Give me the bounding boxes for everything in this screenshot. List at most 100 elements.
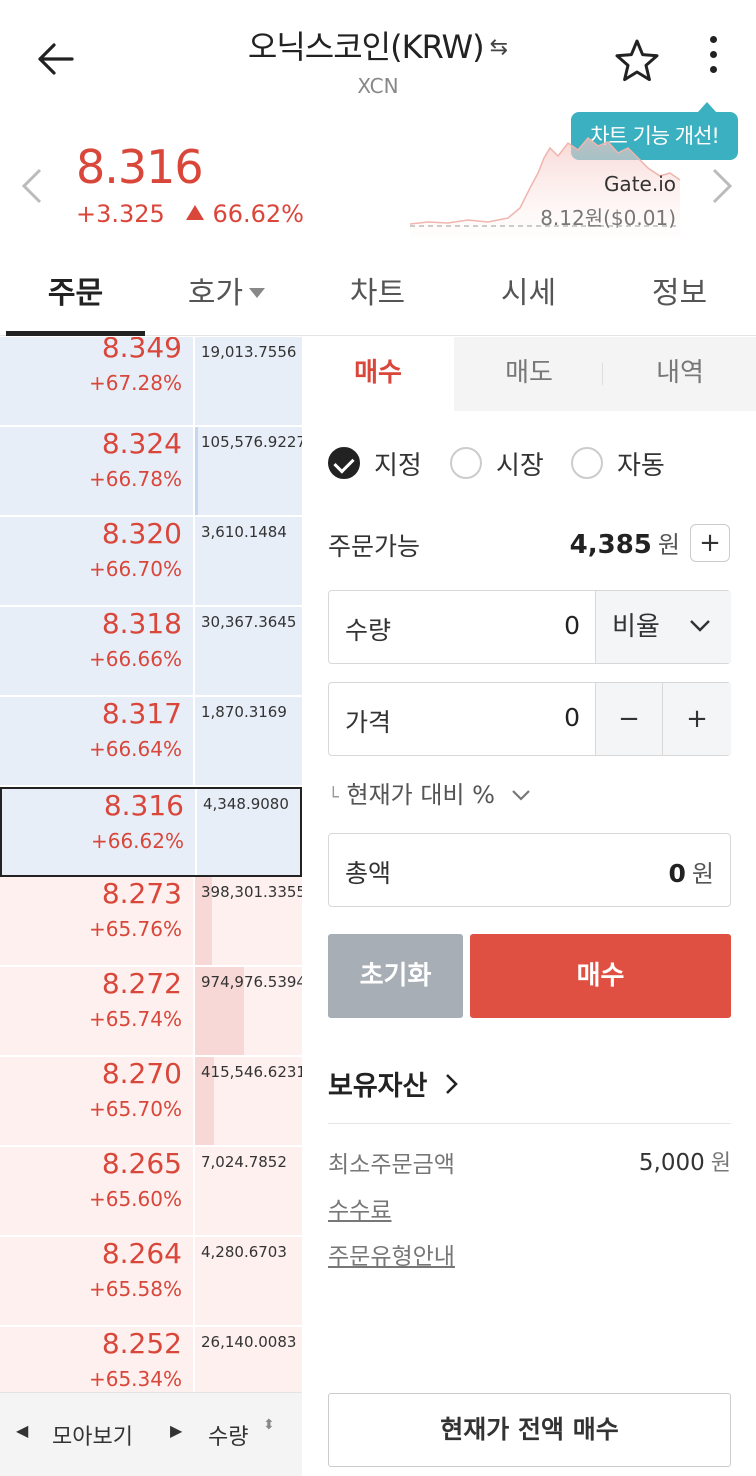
orderbook-row[interactable]: 8.320 +66.70% 3,610.1484 <box>0 517 302 607</box>
orderbook-qty: 3,610.1484 <box>201 523 287 541</box>
side-tab-buy[interactable]: 매수 <box>302 337 454 411</box>
orderbook: 8.349 +67.28% 19,013.7556 8.324 +66.78% 105,5… <box>0 337 302 1392</box>
group-next-icon[interactable]: ▶ <box>170 1421 182 1440</box>
orderbook-qty: 7,024.7852 <box>201 1153 287 1171</box>
price-change-row: +3.325 66.62% <box>76 200 304 228</box>
currency-unit: 원 <box>710 1151 731 1176</box>
change-percent-wrap: 66.62% <box>186 200 304 228</box>
orderbook-rate: +65.34% <box>88 1367 182 1391</box>
fee-link[interactable]: 수수료 <box>328 1191 391 1225</box>
tab-info[interactable]: 정보 <box>604 258 755 335</box>
orderbook-row[interactable]: 8.316 +66.62% 4,348.9080 <box>0 787 302 877</box>
price-plus-button[interactable]: + <box>662 683 731 755</box>
orderbook-row[interactable]: 8.252 +65.34% 26,140.0083 <box>0 1327 302 1392</box>
group-view-label[interactable]: 모아보기 <box>52 1419 133 1451</box>
side-tab-history[interactable]: 내역 <box>604 337 756 411</box>
full-amount-buy-button[interactable]: 현재가 전액 매수 <box>328 1393 731 1467</box>
tab-order[interactable]: 주문 <box>0 258 151 336</box>
buy-button[interactable]: 매수 <box>470 934 731 1018</box>
orderbook-price: 8.324 <box>101 427 182 460</box>
orderbook-price: 8.318 <box>101 607 182 640</box>
orderbook-row[interactable]: 8.318 +66.66% 30,367.3645 <box>0 607 302 697</box>
exchange-name: Gate.io <box>603 172 676 196</box>
orderbook-price: 8.265 <box>101 1147 182 1180</box>
tab-orderbook-label: 호가 <box>187 276 244 311</box>
side-tab-sell[interactable]: 매도 <box>454 337 604 411</box>
orderbook-rate: +66.66% <box>88 647 182 671</box>
orderbook-qty: 415,546.6231 <box>201 1063 302 1081</box>
holdings-link[interactable]: 보유자산 <box>328 1064 459 1103</box>
orderbook-rate: +65.60% <box>88 1187 182 1211</box>
orderbook-row[interactable]: 8.317 +66.64% 1,870.3169 <box>0 697 302 787</box>
change-percent: 66.62% <box>212 200 304 228</box>
orderbook-qty: 105,576.9227 <box>201 433 302 451</box>
orderbook-qty: 4,348.9080 <box>203 795 289 813</box>
total-value-wrap: 0원 <box>669 854 715 889</box>
orderbook-price: 8.349 <box>101 337 182 364</box>
side-tabs: 매수 매도 내역 <box>302 337 756 411</box>
quantity-value: 0 <box>564 611 580 640</box>
main-tabs: 주문 호가 차트 시세 정보 <box>0 258 756 336</box>
radio-icon <box>450 447 482 479</box>
price-minus-button[interactable]: − <box>595 683 662 755</box>
tab-market-price-label: 시세 <box>500 276 557 311</box>
order-form: 매수 매도 내역 지정 시장 자동 주문가능 4,385 원 + 수량 0 비율 … <box>302 337 756 1476</box>
available-label: 주문가능 <box>328 532 421 561</box>
prev-coin-chevron-icon[interactable] <box>20 166 44 216</box>
order-type-guide-link[interactable]: 주문유형안내 <box>328 1237 455 1271</box>
orderbook-row[interactable]: 8.273 +65.76% 398,301.3355 <box>0 877 302 967</box>
hint-corner-icon: └ <box>328 787 339 808</box>
orderbook-rate: +65.58% <box>88 1277 182 1301</box>
orderbook-divider <box>193 607 195 695</box>
orderbook-qty: 974,976.5394 <box>201 973 302 991</box>
orderbook-price: 8.272 <box>101 967 182 1000</box>
tab-chart[interactable]: 차트 <box>302 258 453 335</box>
change-amount: +3.325 <box>76 200 165 228</box>
order-type-market-label: 시장 <box>496 451 544 481</box>
min-order-value-wrap: 5,000 원 <box>582 1145 731 1177</box>
tab-orderbook[interactable]: 호가 <box>151 258 302 335</box>
orderbook-row[interactable]: 8.264 +65.58% 4,280.6703 <box>0 1237 302 1327</box>
total-field[interactable]: 총액 0원 <box>328 833 731 907</box>
exchange-price: 8.12원($0.01) <box>540 206 676 230</box>
total-label: 총액 <box>345 859 392 888</box>
reset-button[interactable]: 초기화 <box>328 934 463 1018</box>
price-label: 가격 <box>345 708 392 737</box>
price-field[interactable]: 가격 0 − + <box>328 682 731 756</box>
quantity-field[interactable]: 수량 0 비율 <box>328 590 731 664</box>
orderbook-divider <box>193 1327 195 1392</box>
currency-unit: 원 <box>657 531 680 559</box>
ratio-label: 비율 <box>612 612 660 642</box>
orderbook-row[interactable]: 8.324 +66.78% 105,576.9227 <box>0 427 302 517</box>
swap-icon[interactable]: ⇆ <box>490 35 508 60</box>
favorite-star-icon[interactable] <box>612 36 664 86</box>
more-menu-icon[interactable] <box>698 36 728 86</box>
order-type-auto-label: 자동 <box>617 451 665 481</box>
orderbook-rate: +65.76% <box>88 917 182 941</box>
tab-market-price[interactable]: 시세 <box>453 258 604 335</box>
radio-icon <box>571 447 603 479</box>
qty-toggle[interactable]: 수량 <box>208 1419 248 1451</box>
next-coin-chevron-icon[interactable] <box>710 166 734 216</box>
orderbook-price: 8.270 <box>101 1057 182 1090</box>
current-price-ratio-toggle[interactable]: └ 현재가 대비 % <box>328 775 531 810</box>
orderbook-row[interactable]: 8.270 +65.70% 415,546.6231 <box>0 1057 302 1147</box>
deposit-plus-button[interactable]: + <box>690 524 730 562</box>
quantity-label: 수량 <box>345 616 392 645</box>
currency-unit: 원 <box>691 860 714 888</box>
orderbook-row[interactable]: 8.265 +65.60% 7,024.7852 <box>0 1147 302 1237</box>
group-prev-icon[interactable]: ◀ <box>16 1421 28 1440</box>
header: 오닉스코인(KRW) ⇆ XCN <box>0 0 756 110</box>
ratio-dropdown[interactable]: 비율 <box>595 591 731 663</box>
sort-icon[interactable]: ⬍ <box>263 1418 275 1432</box>
orderbook-qty: 1,870.3169 <box>201 703 287 721</box>
checked-radio-icon <box>328 447 360 479</box>
orderbook-rate: +65.74% <box>88 1007 182 1031</box>
total-value: 0 <box>668 859 686 888</box>
orderbook-qty-bar <box>195 427 198 515</box>
min-order-label: 최소주문금액 <box>328 1152 455 1178</box>
orderbook-row[interactable]: 8.349 +67.28% 19,013.7556 <box>0 337 302 427</box>
orderbook-row[interactable]: 8.272 +65.74% 974,976.5394 <box>0 967 302 1057</box>
tab-chart-label: 차트 <box>349 276 406 311</box>
chevron-down-icon <box>690 620 710 632</box>
